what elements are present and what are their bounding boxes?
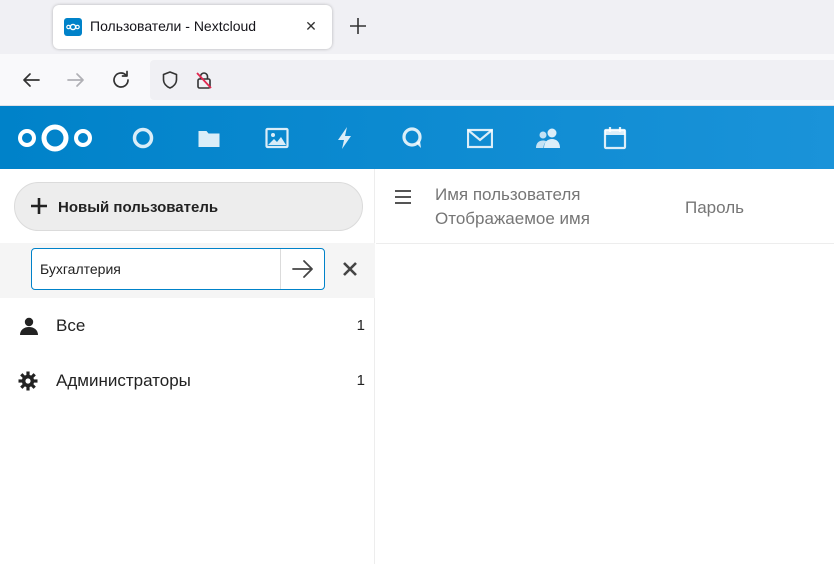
add-group-row <box>0 243 375 298</box>
gear-icon <box>18 371 38 396</box>
group-count: 1 <box>356 372 365 389</box>
insecure-lock-icon[interactable] <box>194 70 214 95</box>
user-list-header: Имя пользователя Отображаемое имя Пароль <box>376 169 834 244</box>
new-user-button[interactable]: Новый пользователь <box>14 182 363 231</box>
close-icon[interactable] <box>340 259 360 279</box>
users-navigation: Новый пользователь Все 1 Администраторы … <box>0 169 375 564</box>
add-group-form <box>31 248 325 290</box>
back-arrow-icon[interactable] <box>20 69 42 91</box>
hamburger-menu-icon[interactable] <box>394 188 412 211</box>
tracking-protection-shield-icon[interactable] <box>160 70 180 95</box>
contacts-icon[interactable] <box>535 126 560 150</box>
browser-tab-strip: Пользователи - Nextcloud ✕ <box>0 0 834 54</box>
new-tab-icon[interactable] <box>346 14 370 38</box>
forward-arrow-icon[interactable] <box>65 69 87 91</box>
plus-icon <box>29 196 49 221</box>
dashboard-icon[interactable] <box>131 126 155 150</box>
group-name-input[interactable] <box>32 249 280 289</box>
mail-icon[interactable] <box>466 126 494 150</box>
nextcloud-favicon-icon <box>64 18 82 36</box>
files-icon[interactable] <box>197 126 221 150</box>
activity-icon[interactable] <box>333 126 357 150</box>
browser-tab[interactable]: Пользователи - Nextcloud ✕ <box>53 5 332 49</box>
url-bar[interactable] <box>150 60 834 100</box>
column-password: Пароль <box>685 198 744 217</box>
group-item-admins[interactable]: Администраторы 1 <box>0 359 375 403</box>
group-label: Администраторы <box>56 371 191 390</box>
group-count: 1 <box>356 317 365 334</box>
nextcloud-header <box>0 106 834 169</box>
photos-icon[interactable] <box>265 126 289 150</box>
new-user-label: Новый пользователь <box>58 199 219 216</box>
user-list: Имя пользователя Отображаемое имя Пароль <box>376 169 834 564</box>
nextcloud-logo-icon[interactable] <box>16 122 94 159</box>
browser-nav-bar <box>0 54 834 106</box>
talk-icon[interactable] <box>400 126 424 150</box>
user-icon <box>18 316 38 341</box>
reload-icon[interactable] <box>110 69 132 91</box>
column-username: Имя пользователя <box>435 185 581 204</box>
submit-arrow-icon[interactable] <box>280 249 324 289</box>
group-label: Все <box>56 316 86 335</box>
tab-title: Пользователи - Nextcloud <box>90 18 257 34</box>
group-item-everyone[interactable]: Все 1 <box>0 304 375 348</box>
close-tab-icon[interactable]: ✕ <box>302 17 320 35</box>
calendar-icon[interactable] <box>603 126 627 150</box>
column-display-name: Отображаемое имя <box>435 209 590 228</box>
